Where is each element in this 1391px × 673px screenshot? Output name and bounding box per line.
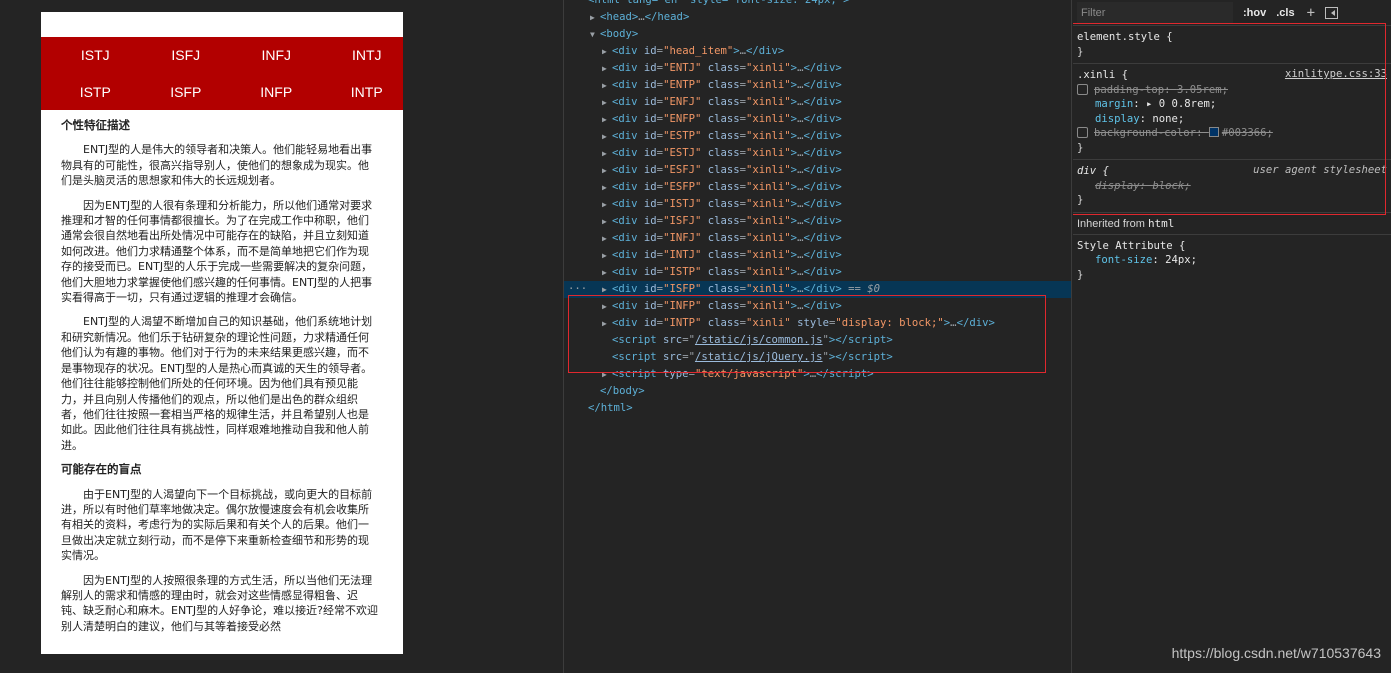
dom-node-entp[interactable]: ▶ <div id="ENTP" class="xinli">…</div>	[564, 77, 1071, 94]
rule-close-brace: }	[1077, 194, 1084, 206]
dom-body-close[interactable]: </body>	[564, 383, 1071, 400]
inherited-from-header: Inherited from html	[1073, 213, 1391, 235]
margin-declaration: margin: ▸ 0 0.8rem;	[1095, 98, 1217, 110]
type-link-isfj[interactable]: ISFJ	[132, 37, 223, 74]
type-link-infp[interactable]: INFP	[222, 74, 313, 111]
dom-node-esfp[interactable]: ▶ <div id="ESFP" class="xinli">…</div>	[564, 179, 1071, 196]
section-heading-blind-spots: 可能存在的盲点	[61, 462, 142, 477]
mobile-page-preview: ISTJ ISFJ INFJ INTJ ISTP ISFP INFP INTP …	[41, 12, 403, 654]
hover-state-toggle[interactable]: :hov	[1243, 7, 1266, 19]
dom-node-isfj[interactable]: ▶ <div id="ISFJ" class="xinli">…</div>	[564, 213, 1071, 230]
display-declaration: display: none;	[1095, 112, 1185, 125]
watermark: https://blog.csdn.net/w710537643	[1171, 645, 1381, 661]
type-link-istp[interactable]: ISTP	[41, 74, 132, 111]
dom-node-script-1[interactable]: <script src="/static/js/jQuery.js"></scr…	[564, 349, 1071, 366]
dom-node-head-item[interactable]: ▶ <div id="head_item">…</div>	[564, 43, 1071, 60]
dom-node-istj[interactable]: ▶ <div id="ISTJ" class="xinli">…</div>	[564, 196, 1071, 213]
style-attribute-selector: Style Attribute {	[1077, 239, 1186, 252]
page-preview-pane: ISTJ ISFJ INFJ INTJ ISTP ISFP INFP INTP …	[0, 0, 563, 673]
dom-node-intj[interactable]: ▶ <div id="INTJ" class="xinli">…</div>	[564, 247, 1071, 264]
styles-panel: :hov .cls + element.style { } .xinli { x…	[1073, 0, 1391, 673]
toggle-checkbox[interactable]	[1077, 127, 1088, 138]
div-display-declaration: display: block;	[1095, 179, 1191, 192]
dom-node-intp[interactable]: ▶ <div id="INTP" class="xinli" style="dis…	[564, 315, 1071, 332]
dom-node-estp[interactable]: ▶ <div id="ESTP" class="xinli">…</div>	[564, 128, 1071, 145]
paragraph: ENTJ型的人是伟大的领导者和决策人。他们能轻易地看出事物具有的可能性，很高兴指…	[61, 143, 373, 188]
paragraph: ENTJ型的人渴望不断增加自己的知识基础，他们系统地计划和研究新情况。他们乐于钻…	[61, 315, 373, 452]
element-style-rule: element.style { }	[1073, 26, 1391, 64]
more-actions-icon[interactable]: ···	[568, 281, 587, 298]
paragraph: 因为ENTJ型的人按照很条理的方式生活，所以当他们无法理解别人的需求和情感的理由…	[61, 573, 378, 633]
xinli-source-link[interactable]: xinlitype.css:33	[1285, 68, 1387, 80]
inherited-label: Inherited from	[1077, 217, 1145, 230]
xinli-selector: .xinli {	[1077, 69, 1129, 81]
type-link-istj[interactable]: ISTJ	[41, 37, 132, 74]
xinli-rule: .xinli { xinlitype.css:33 padding-top: 3…	[1073, 64, 1391, 160]
type-link-intp[interactable]: INTP	[313, 74, 404, 111]
dom-node-script-0[interactable]: <script src="/static/js/common.js"></scr…	[564, 332, 1071, 349]
class-toggle[interactable]: .cls	[1276, 7, 1294, 19]
toggle-checkbox[interactable]	[1077, 83, 1088, 95]
element-style-selector: element.style {	[1077, 31, 1173, 43]
rule-close-brace: }	[1077, 45, 1084, 58]
dom-node-enfp[interactable]: ▶ <div id="ENFP" class="xinli">…</div>	[564, 111, 1071, 128]
dom-node-enfj[interactable]: ▶ <div id="ENFJ" class="xinli">…</div>	[564, 94, 1071, 111]
type-link-intj[interactable]: INTJ	[313, 37, 404, 74]
dom-node-entj[interactable]: ▶ <div id="ENTJ" class="xinli">…</div>	[564, 60, 1071, 77]
style-attribute-rule: Style Attribute { font-size: 24px; }	[1073, 235, 1391, 287]
color-swatch[interactable]	[1208, 127, 1219, 137]
dom-html-open[interactable]: <html lang="en" style="font-size: 24px;"…	[564, 0, 1071, 9]
dom-node-infp[interactable]: ▶ <div id="INFP" class="xinli">…</div>	[564, 298, 1071, 315]
dom-node-inline-script[interactable]: ▶ <script type="text/javascript">…</scrip…	[564, 366, 1071, 383]
dom-node-isfp[interactable]: ▶ <div id="ISFP" class="xinli">…</div> ==…	[564, 281, 1071, 298]
elements-dom-tree[interactable]: <html lang="en" style="font-size: 24px;"…	[563, 0, 1072, 673]
dom-node-esfj[interactable]: ▶ <div id="ESFJ" class="xinli">…</div>	[564, 162, 1071, 179]
dom-html-close[interactable]: </html>	[564, 400, 1071, 417]
type-link-isfp[interactable]: ISFP	[132, 74, 223, 111]
rule-close-brace: }	[1077, 268, 1084, 281]
styles-filter-input[interactable]	[1077, 1, 1233, 24]
inherited-tag[interactable]: html	[1148, 217, 1175, 230]
section-heading-traits: 个性特征描述	[61, 118, 130, 132]
div-selector: div {	[1077, 165, 1109, 177]
type-description-article: 个性特征描述 ENTJ型的人是伟大的领导者和决策人。他们能轻易地看出事物具有的可…	[41, 110, 403, 634]
toggle-sidebar-icon[interactable]	[1325, 6, 1339, 19]
dom-node-head[interactable]: ▶ <head>…</head>	[564, 9, 1071, 26]
dom-node-infj[interactable]: ▶ <div id="INFJ" class="xinli">…</div>	[564, 230, 1071, 247]
padding-top-declaration: padding-top: 3.05rem;	[1077, 83, 1387, 98]
user-agent-label: user agent stylesheet	[1253, 164, 1387, 176]
personality-type-nav: ISTJ ISFJ INFJ INTJ ISTP ISFP INFP INTP	[41, 37, 403, 110]
rule-close-brace: }	[1077, 141, 1084, 154]
type-link-infj[interactable]: INFJ	[222, 37, 313, 74]
paragraph: 由于ENTJ型的人渴望向下一个目标挑战，或向更大的目标前进，所以有时他们草率地做…	[61, 487, 373, 563]
background-color-declaration: background-color: #003366;	[1077, 126, 1387, 141]
styles-toolbar: :hov .cls +	[1073, 0, 1391, 26]
font-size-declaration: font-size: 24px;	[1095, 254, 1198, 266]
div-ua-rule: div { user agent stylesheet display: blo…	[1073, 160, 1391, 213]
dom-node-istp[interactable]: ▶ <div id="ISTP" class="xinli">…</div>	[564, 264, 1071, 281]
head-item-strip	[41, 12, 403, 37]
dom-node-body[interactable]: ▼ <body>	[564, 26, 1071, 43]
dom-node-estj[interactable]: ▶ <div id="ESTJ" class="xinli">…</div>	[564, 145, 1071, 162]
add-rule-icon[interactable]: +	[1307, 5, 1315, 21]
paragraph: 因为ENTJ型的人很有条理和分析能力，所以他们通常对要求推理和才智的任何事情都很…	[61, 198, 373, 305]
